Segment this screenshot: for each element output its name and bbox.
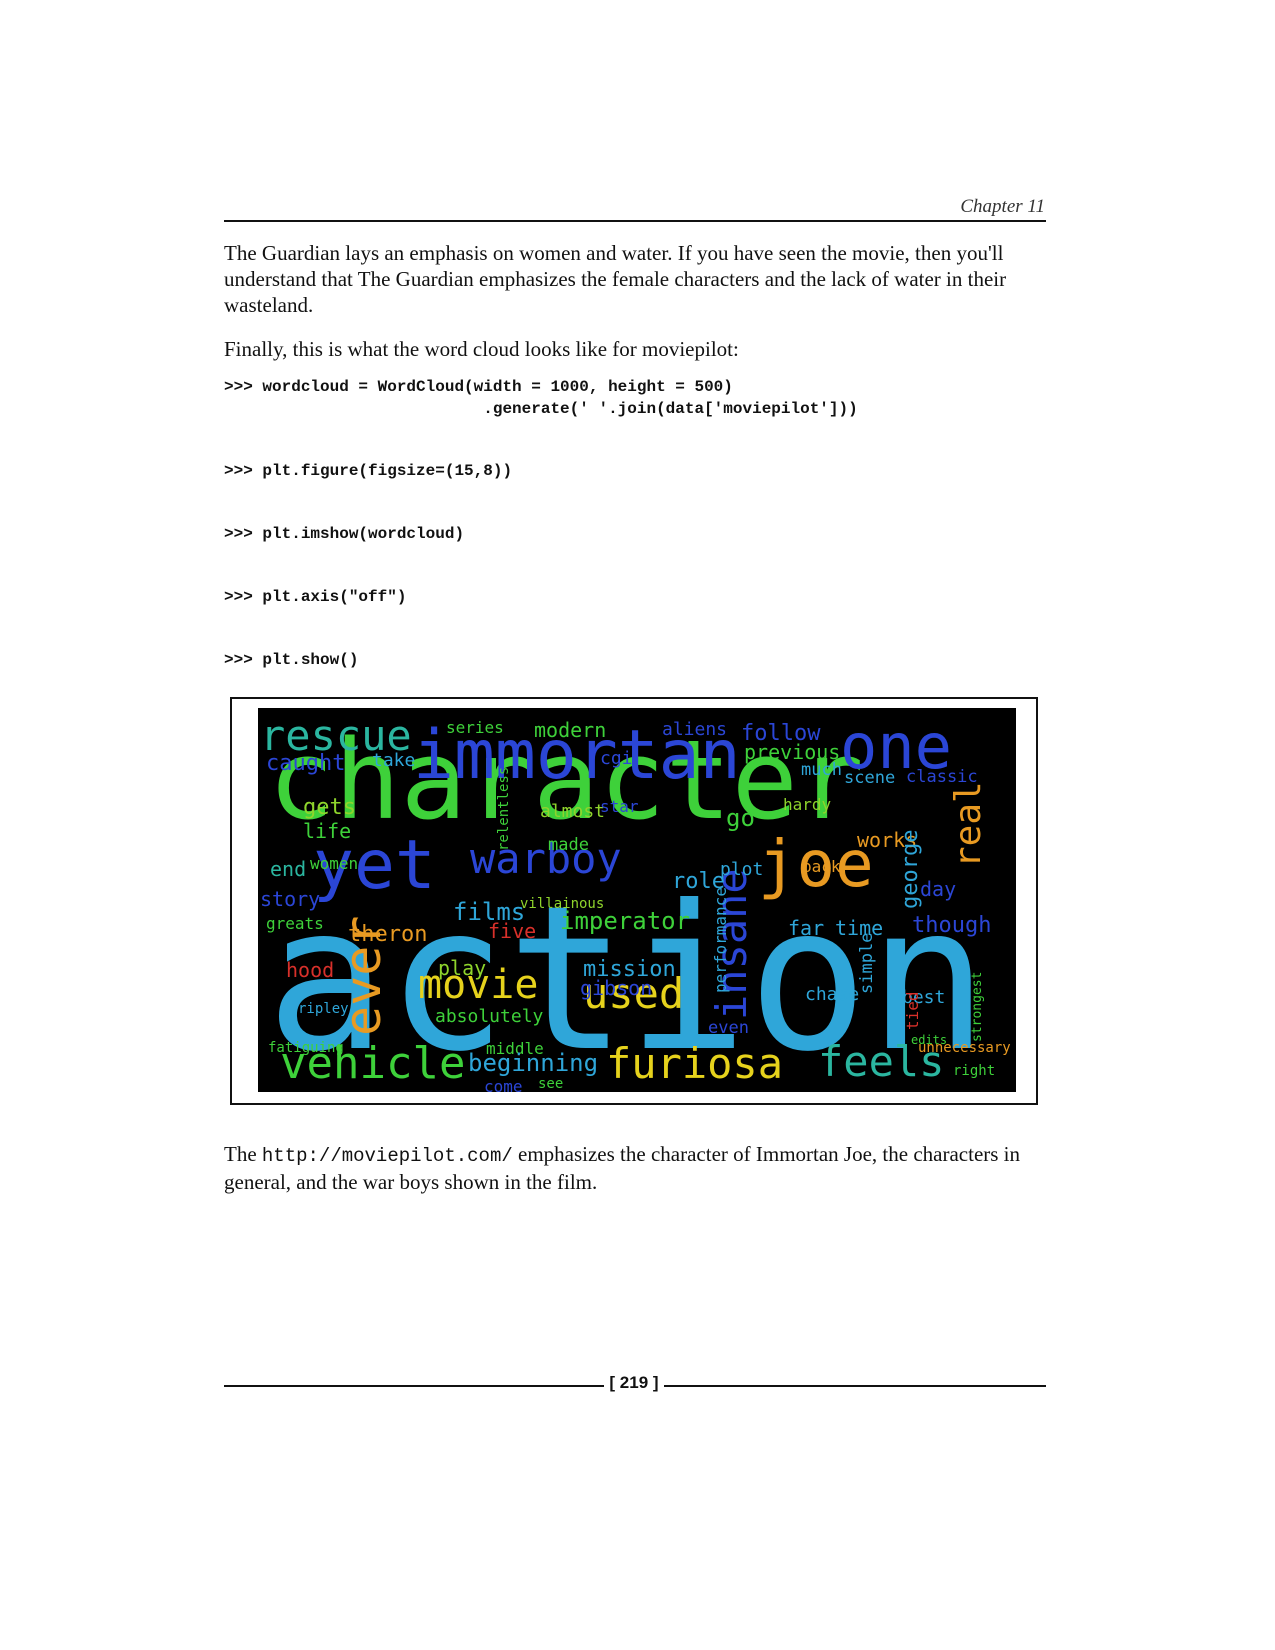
cloud-word-story: story bbox=[260, 887, 320, 911]
cloud-word-made: made bbox=[548, 835, 589, 855]
cloud-word-modern: modern bbox=[534, 718, 606, 742]
cloud-word-back: back bbox=[802, 857, 841, 876]
cloud-word-hood: hood bbox=[286, 958, 334, 982]
cloud-word-plot: plot bbox=[720, 859, 763, 880]
cloud-word-edits: edits bbox=[911, 1033, 947, 1047]
cloud-word-almost: almost bbox=[540, 801, 605, 822]
page-number: [ 219 ] bbox=[609, 1373, 659, 1392]
cloud-word-play: play bbox=[438, 956, 486, 980]
moviepilot-link[interactable]: http://moviepilot.com/ bbox=[262, 1145, 513, 1167]
cloud-word-aliens: aliens bbox=[662, 719, 727, 740]
cloud-word-far: far bbox=[788, 916, 824, 940]
cloud-word-greats: greats bbox=[266, 914, 324, 933]
cloud-word-theron: theron bbox=[348, 922, 427, 947]
cloud-word-fatiguing: fatiguing bbox=[268, 1040, 344, 1056]
cloud-word-hardy: hardy bbox=[783, 795, 832, 814]
cloud-word-chase: chase bbox=[805, 984, 859, 1005]
cloud-word-gibson: gibson bbox=[580, 976, 652, 1000]
cloud-word-see: see bbox=[538, 1076, 563, 1092]
code-line-imshow: >>> plt.imshow(wordcloud) bbox=[224, 525, 465, 543]
paragraph-guardian: The Guardian lays an emphasis on women a… bbox=[224, 241, 1007, 317]
footer-rule-right bbox=[664, 1385, 1046, 1387]
cloud-word-five: five bbox=[488, 919, 536, 943]
cloud-word-come: come bbox=[484, 1077, 523, 1092]
footer-rule-left bbox=[224, 1385, 604, 1387]
cloud-word-right: right bbox=[953, 1063, 995, 1079]
cloud-word-end: end bbox=[270, 857, 306, 881]
cloud-word-life: life bbox=[303, 819, 351, 843]
cloud-word-gets: gets bbox=[303, 795, 356, 820]
cloud-word-go: go bbox=[726, 804, 755, 832]
paragraph-moviepilot: The http://moviepilot.com/ emphasizes th… bbox=[224, 1141, 1046, 1195]
cloud-word-day: day bbox=[920, 877, 956, 901]
paragraph-intro: Finally, this is what the word cloud loo… bbox=[224, 337, 739, 361]
cloud-word-classic: classic bbox=[906, 767, 978, 787]
cloud-word-caught: caught bbox=[266, 751, 345, 776]
cloud-word-ripley: ripley bbox=[298, 1001, 349, 1017]
cloud-word-women: women bbox=[310, 854, 358, 873]
chapter-header: Chapter 11 bbox=[960, 196, 1045, 217]
wordcloud-figure: action character immortan one rescue yet joe wa… bbox=[230, 697, 1038, 1105]
header-rule bbox=[224, 220, 1046, 222]
code-line-wordcloud: >>> wordcloud = WordCloud(width = 1000, … bbox=[224, 378, 733, 396]
wordcloud-image: action character immortan one rescue yet joe wa… bbox=[258, 708, 1016, 1092]
cloud-word-cgi: cgi bbox=[600, 748, 633, 769]
cloud-word-absolutely: absolutely bbox=[435, 1006, 544, 1027]
cloud-word-beginning: beginning bbox=[468, 1049, 598, 1077]
cloud-word-real: real bbox=[948, 781, 989, 868]
cloud-word-furiosa: furiosa bbox=[606, 1039, 783, 1088]
cloud-word-series: series bbox=[446, 718, 504, 737]
cloud-word-warboy: warboy bbox=[470, 834, 622, 883]
cloud-word-relentless: relentless bbox=[496, 767, 512, 851]
code-line-generate: .generate(' '.join(data['moviepilot'])) bbox=[224, 400, 858, 418]
moviepilot-text-before: The bbox=[224, 1142, 262, 1166]
cloud-word-tied: tied bbox=[903, 991, 922, 1030]
cloud-word-performance: performance bbox=[711, 887, 730, 993]
wordcloud-svg: actioncharacterimmortan onerescueyet joewa… bbox=[258, 708, 1016, 1092]
cloud-word-take: take bbox=[372, 750, 415, 771]
code-line-figure: >>> plt.figure(figsize=(15,8)) bbox=[224, 462, 513, 480]
cloud-word-star: star bbox=[600, 797, 639, 816]
cloud-word-scene: scene bbox=[844, 768, 895, 788]
cloud-word-even: even bbox=[708, 1018, 749, 1038]
code-line-show: >>> plt.show() bbox=[224, 651, 359, 669]
code-line-axis: >>> plt.axis("off") bbox=[224, 588, 407, 606]
cloud-word-much: much bbox=[801, 760, 842, 780]
cloud-word-simple: simple bbox=[857, 933, 877, 994]
cloud-word-strongest: strongest bbox=[970, 972, 985, 1042]
cloud-word-though: though bbox=[912, 913, 991, 938]
cloud-word-imperator: imperator bbox=[560, 907, 690, 935]
